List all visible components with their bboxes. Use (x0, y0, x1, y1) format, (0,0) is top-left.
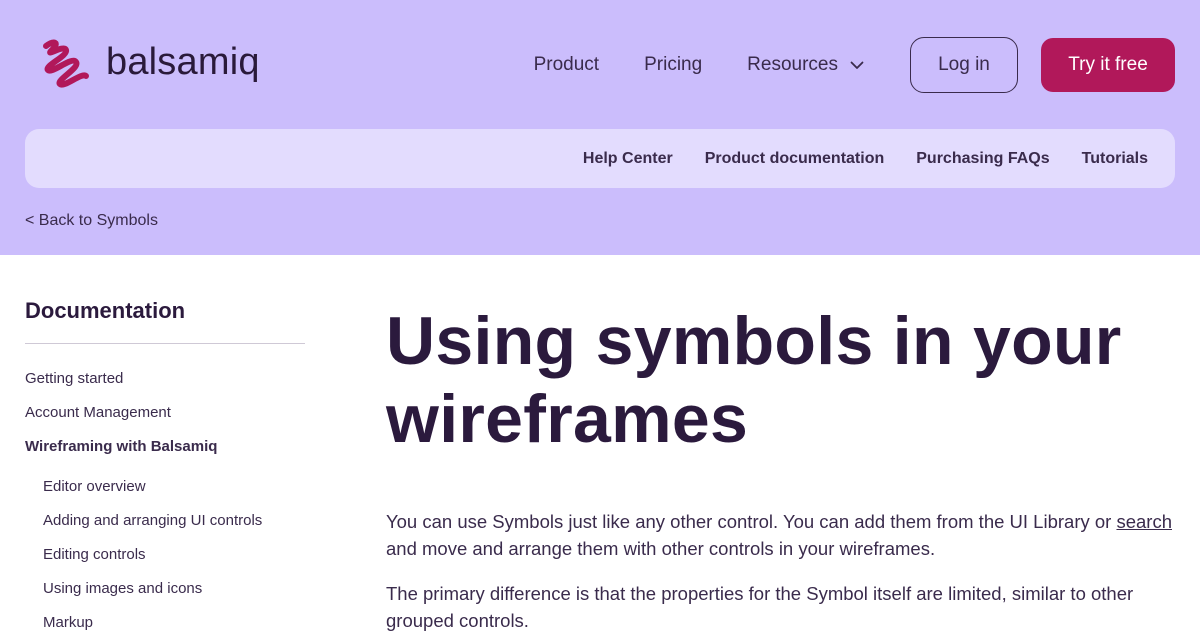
sidebar-subitem-editing-controls[interactable]: Editing controls (43, 538, 305, 572)
intro-text-before: You can use Symbols just like any other … (386, 511, 1117, 532)
balsamiq-logo[interactable]: balsamiq (38, 36, 260, 92)
try-it-free-button[interactable]: Try it free (1041, 38, 1175, 92)
page-title: Using symbols in your wireframes (386, 303, 1122, 457)
sidebar-subitem-markup[interactable]: Markup (43, 606, 305, 640)
subnav-tutorials[interactable]: Tutorials (1082, 150, 1148, 168)
login-button[interactable]: Log in (910, 37, 1018, 93)
sidebar-item-getting-started[interactable]: Getting started (25, 362, 305, 396)
nav-product[interactable]: Product (534, 54, 599, 76)
brand-name: balsamiq (106, 41, 260, 83)
difference-paragraph: The primary difference is that the prope… (386, 583, 1134, 631)
sidebar-item-wireframing[interactable]: Wireframing with Balsamiq (25, 430, 305, 464)
sidebar-item-account-management[interactable]: Account Management (25, 396, 305, 430)
search-link[interactable]: search (1116, 511, 1172, 532)
sidebar-subitem-images-icons[interactable]: Using images and icons (43, 572, 305, 606)
balsamiq-scribble-icon (38, 36, 94, 92)
subnav-help-center[interactable]: Help Center (583, 150, 673, 168)
nav-pricing[interactable]: Pricing (644, 54, 702, 76)
docs-sidebar: Documentation Getting started Account Ma… (25, 298, 305, 640)
sidebar-list: Getting started Account Management Wiref… (25, 362, 305, 640)
sub-nav: Help Center Product documentation Purcha… (25, 129, 1175, 188)
chevron-down-icon (850, 54, 864, 76)
back-to-symbols-link[interactable]: < Back to Symbols (25, 212, 158, 230)
subnav-purchasing-faqs[interactable]: Purchasing FAQs (916, 150, 1049, 168)
intro-text-after: and move and arrange them with other con… (386, 538, 936, 559)
intro-paragraph: You can use Symbols just like any other … (386, 508, 1186, 562)
sidebar-sublist: Editor overview Adding and arranging UI … (25, 470, 305, 640)
header: balsamiq Product Pricing Resources Log i… (0, 0, 1200, 255)
nav-resources[interactable]: Resources (747, 54, 864, 76)
sidebar-subitem-adding-controls[interactable]: Adding and arranging UI controls (43, 504, 305, 538)
sidebar-title: Documentation (25, 298, 305, 344)
main-nav: Product Pricing Resources Log in Try it … (534, 37, 1175, 93)
main-content: Using symbols in your wireframes You can… (386, 298, 1186, 634)
subnav-product-documentation[interactable]: Product documentation (705, 150, 885, 168)
nav-resources-label: Resources (747, 54, 838, 75)
sidebar-subitem-editor-overview[interactable]: Editor overview (43, 470, 305, 504)
